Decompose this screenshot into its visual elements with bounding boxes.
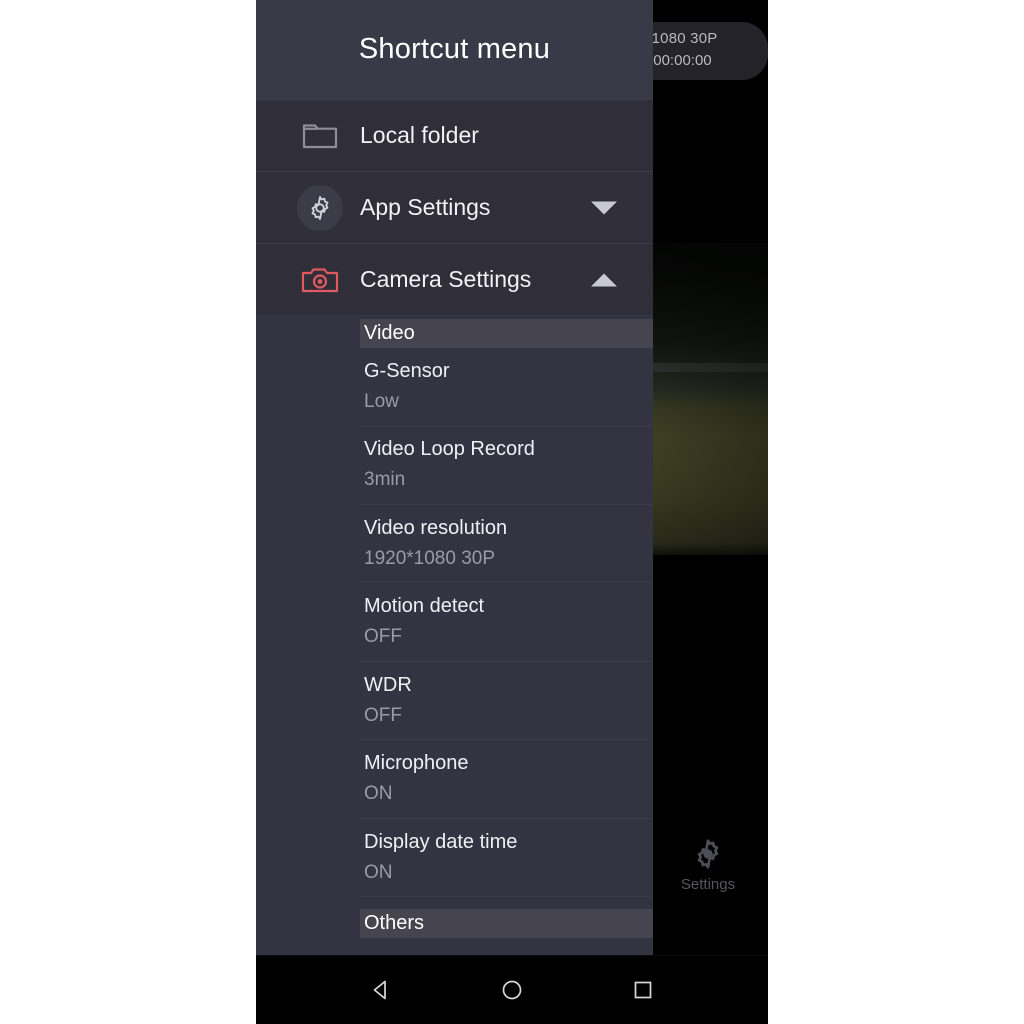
setting-row-motion-detect[interactable]: Motion detect OFF (360, 582, 653, 660)
setting-row-microphone[interactable]: Microphone ON (360, 739, 653, 817)
menu-item-app-settings[interactable]: App Settings (256, 171, 653, 243)
android-navigation-bar (256, 955, 768, 1024)
setting-name: G-Sensor (364, 360, 450, 382)
preview-settings-button[interactable]: Settings (656, 836, 760, 893)
setting-name: Video resolution (364, 516, 508, 539)
setting-name: Video Loop Record (364, 438, 535, 461)
setting-row-g-sensor[interactable]: G-Sensor Low (360, 348, 653, 425)
gear-icon (297, 184, 343, 231)
setting-row-video-loop-record[interactable]: Video Loop Record 3min (360, 425, 653, 503)
home-circle-icon[interactable] (499, 977, 525, 1003)
setting-value: OFF (364, 704, 402, 726)
setting-value: 1920*1080 30P (364, 547, 496, 569)
menu-item-label: App Settings (360, 194, 491, 220)
camera-icon (284, 265, 356, 295)
settings-group-header-video: Video (360, 319, 653, 348)
menu-item-local-folder[interactable]: Local folder (256, 99, 653, 171)
menu-item-label: Local folder (360, 122, 479, 148)
menu-title: Shortcut menu (256, 0, 653, 99)
settings-group-title: Video (364, 322, 415, 344)
setting-row-wdr[interactable]: WDR OFF (360, 660, 653, 739)
setting-value: ON (364, 783, 393, 805)
setting-name: WDR (364, 673, 412, 696)
setting-name: Microphone (364, 752, 469, 775)
timecode-readout: 00:00:00 (653, 51, 712, 69)
shortcut-menu-panel: Shortcut menu Local folder App Settings … (256, 0, 653, 955)
menu-item-label: Camera Settings (360, 266, 532, 292)
gear-icon (656, 836, 760, 872)
setting-row-display-date-time[interactable]: Display date time ON (360, 817, 653, 898)
setting-value: OFF (364, 626, 402, 648)
app-settings-icon-slot (284, 184, 356, 231)
setting-row-video-resolution[interactable]: Video resolution 1920*1080 30P (360, 503, 653, 582)
camera-settings-list[interactable]: Video G-Sensor Low Video Loop Record 3mi… (256, 315, 653, 955)
setting-value: ON (364, 861, 393, 883)
setting-value: 3min (364, 469, 406, 491)
back-triangle-icon[interactable] (368, 977, 394, 1003)
setting-name: Motion detect (364, 595, 485, 618)
chevron-up-icon[interactable] (591, 273, 617, 286)
settings-group-title: Others (364, 912, 425, 935)
setting-value: Low (364, 391, 399, 412)
preview-settings-label: Settings (680, 876, 736, 893)
menu-item-camera-settings[interactable]: Camera Settings (256, 243, 653, 315)
recents-square-icon[interactable] (630, 977, 656, 1003)
folder-icon (284, 121, 356, 151)
phone-screen: 20*1080 30P ◄ 00:00:00 Settings Shortcut… (256, 0, 768, 1024)
setting-name: Display date time (364, 830, 518, 853)
chevron-down-icon[interactable] (591, 201, 617, 214)
settings-group-header-others: Others (360, 909, 653, 939)
